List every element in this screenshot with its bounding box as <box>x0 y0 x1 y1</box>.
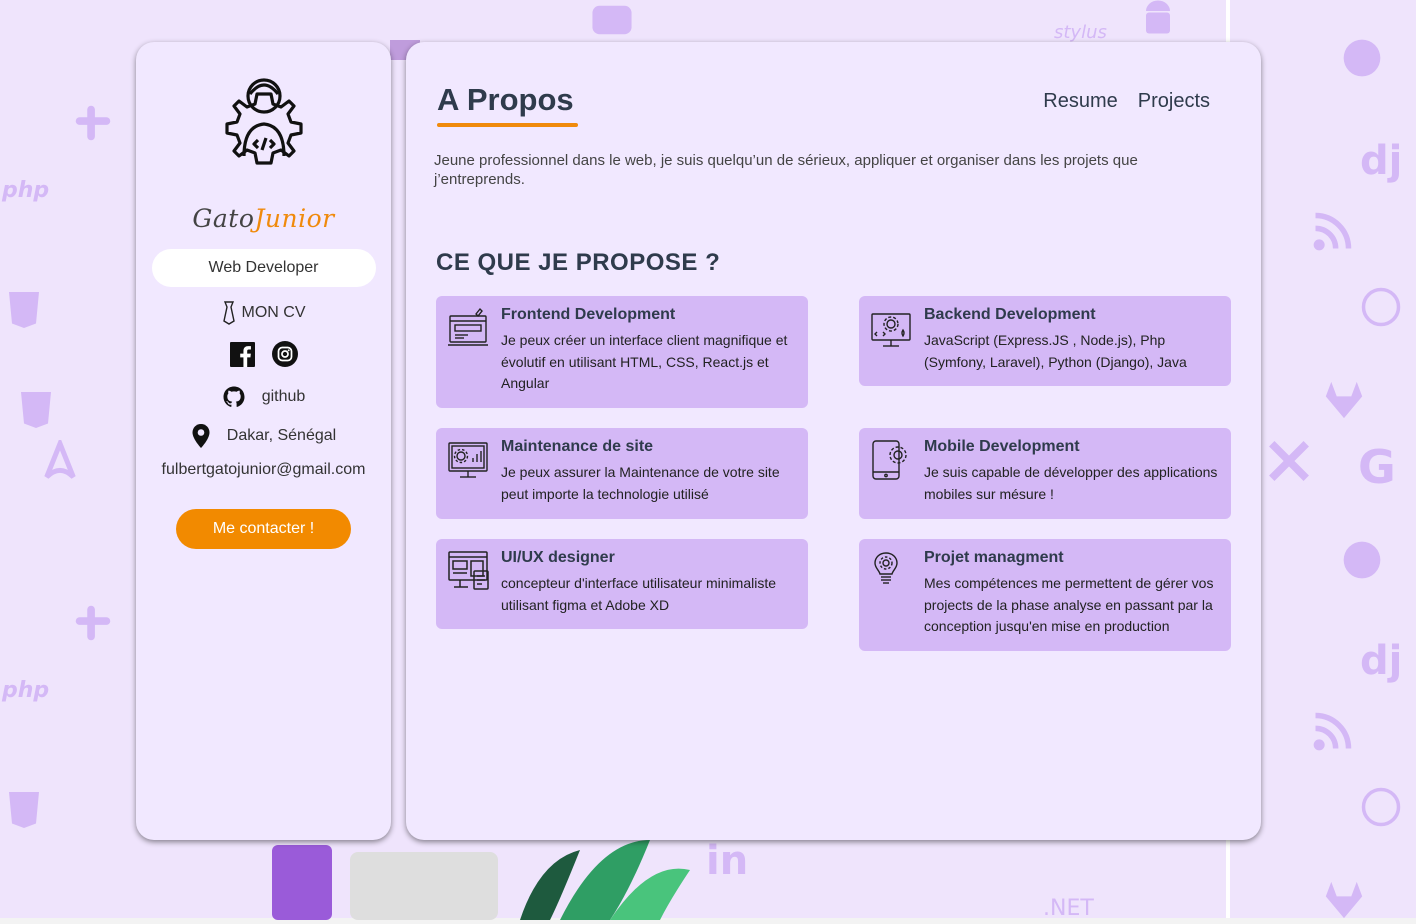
service-description: JavaScript (Express.JS , Node.js), Php (… <box>924 332 1187 370</box>
circle-logo-bg-icon <box>1361 287 1401 327</box>
title-underline <box>437 123 578 127</box>
tie-icon <box>222 301 235 325</box>
gitlab-bg-icon <box>1325 881 1363 919</box>
location-pin-icon <box>192 424 210 448</box>
about-card: A Propos Resume Projects Jeune professio… <box>406 42 1261 840</box>
linkedin-logo-icon: in <box>706 838 749 884</box>
css3-bg-icon <box>21 392 51 428</box>
service-description: concepteur d'interface utilisateur minim… <box>501 575 777 613</box>
airbnb-bg-icon <box>44 440 76 479</box>
page-title: A Propos <box>437 82 574 117</box>
service-title: UI/UX designer <box>501 549 615 566</box>
facebook-icon <box>230 341 255 367</box>
top-nav: Resume Projects <box>1043 90 1210 113</box>
developer-gear-avatar-icon <box>224 78 303 165</box>
github-link[interactable]: github <box>222 385 306 409</box>
instagram-link[interactable] <box>271 341 298 367</box>
social-links <box>230 341 298 367</box>
service-card-mobile: Mobile Development Je suis capable de dé… <box>859 428 1231 519</box>
service-body: Frontend Development Je peux créer un in… <box>501 306 798 398</box>
youtube-bg-icon <box>592 5 632 35</box>
service-body: Backend Development JavaScript (Express.… <box>924 306 1221 376</box>
nav-projects[interactable]: Projects <box>1138 90 1210 113</box>
role-label: Web Developer <box>208 259 319 276</box>
profile-card: GatoJunior Web Developer MON CV github D… <box>136 42 391 840</box>
service-title: Mobile Development <box>924 438 1080 455</box>
circle-logo-bg-icon <box>1361 787 1401 827</box>
intro-text: Jeune professionnel dans le web, je suis… <box>434 152 1138 188</box>
service-title: Maintenance de site <box>501 438 654 455</box>
slack-bg-icon <box>75 605 111 641</box>
django-logo-icon: dj <box>1360 638 1403 684</box>
maintenance-monitor-icon <box>448 442 488 478</box>
slack-bg-icon <box>75 105 111 141</box>
service-title: Backend Development <box>924 306 1096 323</box>
gitlab-bg-icon <box>1325 381 1363 419</box>
xing-bg-icon <box>1269 441 1309 481</box>
brand-first: Gato <box>192 204 255 233</box>
brand-name: GatoJunior <box>192 204 334 233</box>
cv-label: MON CV <box>241 304 306 321</box>
service-card-project-management: Projet managment Mes compétences me perm… <box>859 539 1231 651</box>
instagram-icon <box>271 341 298 367</box>
ui-layout-icon <box>448 551 489 590</box>
service-description: Je peux créer un interface client magnif… <box>501 332 788 391</box>
web-design-icon <box>448 307 488 346</box>
html5-bg-icon <box>9 792 39 828</box>
service-description: Mes compétences me permettent de gérer v… <box>924 575 1214 634</box>
stylus-logo-icon: stylus <box>1054 22 1107 43</box>
service-card-uiux: UI/UX designer concepteur d'interface ut… <box>436 539 808 629</box>
email-address[interactable]: fulbertgatojunior@gmail.com <box>162 461 366 479</box>
github-icon <box>223 386 245 407</box>
service-body: Projet managment Mes compétences me perm… <box>924 549 1221 641</box>
facebook-link[interactable] <box>230 341 256 367</box>
brand-second: Junior <box>254 204 335 233</box>
contact-button[interactable]: Me contacter ! <box>176 509 351 549</box>
rss-bg-icon <box>1313 712 1352 751</box>
service-card-backend: Backend Development JavaScript (Express.… <box>859 296 1231 386</box>
service-card-maintenance: Maintenance de site Je peux assurer la M… <box>436 428 808 519</box>
rss-bg-icon <box>1313 212 1352 251</box>
github-bg-icon <box>1343 39 1381 77</box>
google-logo-icon: G <box>1358 440 1396 494</box>
role-badge: Web Developer <box>151 249 376 287</box>
service-description: Je suis capable de développer des applic… <box>924 464 1218 502</box>
service-title: Frontend Development <box>501 306 676 323</box>
service-body: Mobile Development Je suis capable de dé… <box>924 438 1221 509</box>
location-label: Dakar, Sénégal <box>226 427 337 444</box>
php-logo-icon: php <box>2 178 50 203</box>
service-description: Je peux assurer la Maintenance de votre … <box>501 464 780 502</box>
django-logo-icon: dj <box>1360 138 1403 184</box>
github-label: github <box>261 388 306 405</box>
cv-link[interactable]: MON CV <box>222 301 306 325</box>
github-bg-icon <box>1343 541 1381 579</box>
service-title: Projet managment <box>924 549 1064 566</box>
backend-monitor-icon <box>871 313 911 347</box>
dotnet-logo-icon: .NET <box>1043 896 1094 921</box>
html5-bg-icon <box>9 292 39 328</box>
service-body: UI/UX designer concepteur d'interface ut… <box>501 549 798 619</box>
lightbulb-gear-icon <box>874 552 898 584</box>
mobile-gear-icon <box>872 440 907 480</box>
service-card-frontend: Frontend Development Je peux créer un in… <box>436 296 808 408</box>
nav-resume[interactable]: Resume <box>1043 90 1117 113</box>
android-bg-icon <box>1146 0 1170 34</box>
location: Dakar, Sénégal <box>191 423 336 449</box>
service-body: Maintenance de site Je peux assurer la M… <box>501 438 798 509</box>
services-heading: CE QUE JE PROPOSE ? <box>436 249 721 276</box>
php-logo-icon: php <box>2 678 50 703</box>
